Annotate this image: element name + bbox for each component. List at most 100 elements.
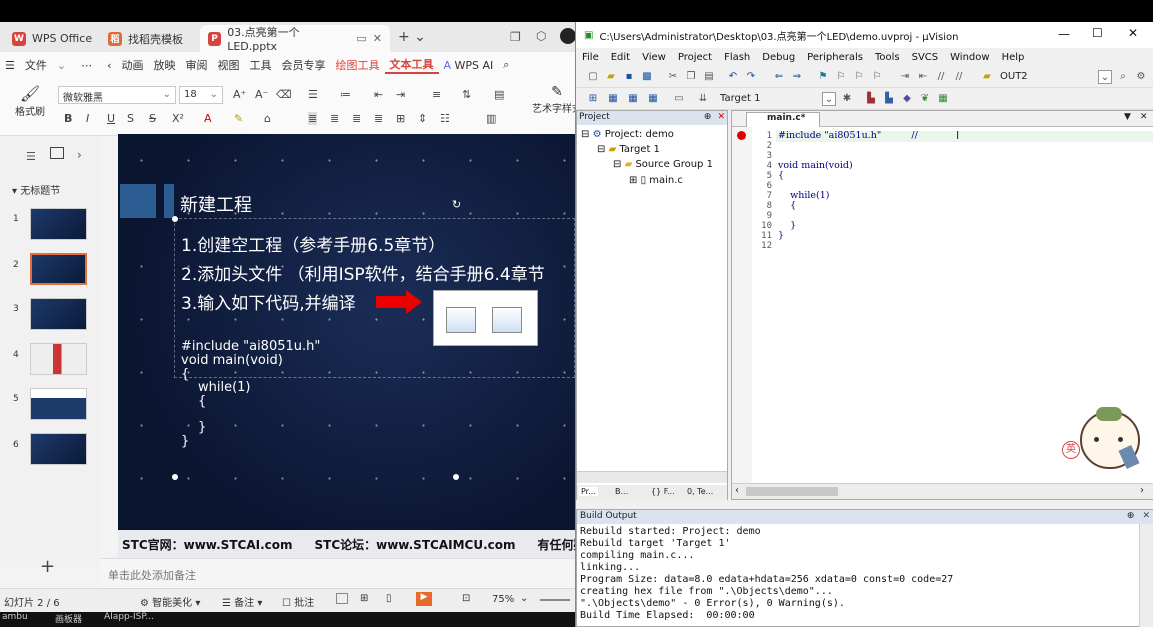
menu-window[interactable]: Window xyxy=(944,52,995,63)
resize-handle[interactable] xyxy=(172,216,178,222)
strike-icon[interactable]: S xyxy=(149,112,156,125)
reading-view-icon[interactable]: ▯ xyxy=(386,593,392,604)
slide-canvas[interactable]: 新建工程 1.创建空工程（参考手册6.5章节） 2.添加头文件 （利用ISP软件… xyxy=(118,134,575,558)
tab-templates[interactable]: 稻 找稻壳模板 xyxy=(100,25,191,52)
menu-wps-ai[interactable]: A WPS AI xyxy=(439,59,499,72)
dropdown-icon[interactable]: ⌄ xyxy=(1098,70,1112,84)
outline-icon[interactable]: ☰ xyxy=(26,150,36,163)
slide-code-line[interactable]: #include "ai8051u.h" xyxy=(181,339,320,354)
project-hscrollbar[interactable] xyxy=(577,471,727,483)
pin-icon[interactable]: ⊕ xyxy=(1127,511,1135,521)
taskbar-item[interactable]: ambu xyxy=(2,612,28,622)
line-spacing-icon[interactable]: ≡ xyxy=(432,88,441,101)
editor-hscrollbar[interactable]: ‹ › xyxy=(732,483,1153,499)
slides-view-icon[interactable] xyxy=(50,147,64,159)
grow-font-icon[interactable]: A⁺ xyxy=(233,88,246,101)
find-in-files-icon[interactable]: ▰ xyxy=(980,70,994,84)
shrink-font-icon[interactable]: A⁻ xyxy=(255,88,268,101)
play-icon[interactable]: ▶ xyxy=(416,592,432,606)
close-icon[interactable]: ✕ xyxy=(1128,26,1138,40)
slide-line-3[interactable]: 3.输入如下代码,并编译 xyxy=(181,289,356,314)
pack-installer-icon[interactable]: ◆ xyxy=(900,92,914,106)
copy-icon[interactable]: ❐ xyxy=(684,70,698,84)
rte-icon[interactable]: ❦ xyxy=(918,92,932,106)
clear-bookmarks-icon[interactable]: ⚐ xyxy=(870,70,884,84)
chevron-down-icon[interactable]: ⌄ xyxy=(52,59,71,72)
next-bookmark-icon[interactable]: ⚐ xyxy=(852,70,866,84)
save-icon[interactable]: ▪ xyxy=(622,70,636,84)
bookmark-icon[interactable]: ⚑ xyxy=(816,70,830,84)
maximize-icon[interactable]: ☐ xyxy=(1092,26,1103,40)
stop-build-icon[interactable]: ▭ xyxy=(672,92,686,106)
menu-tools[interactable]: Tools xyxy=(869,52,906,63)
config-icon[interactable]: ⚙ xyxy=(1134,70,1148,84)
zoom-out-icon[interactable]: ⌄ xyxy=(520,593,528,604)
menu-debug[interactable]: Debug xyxy=(756,52,801,63)
taskbar-item[interactable]: AIapp-ISP... xyxy=(104,612,154,622)
add-slide-icon[interactable]: + xyxy=(40,556,55,577)
indent-icon[interactable]: ⇥ xyxy=(898,70,912,84)
menu-text-tools[interactable]: 文本工具 xyxy=(384,56,439,74)
scroll-left-icon[interactable]: ‹ xyxy=(735,485,739,496)
chevron-right-icon[interactable]: › xyxy=(77,148,82,162)
editor-gutter[interactable] xyxy=(732,127,752,483)
slide-line-2[interactable]: 2.添加头文件 （利用ISP软件，结合手册6.4章节 xyxy=(181,260,545,285)
slide-thumbnail-3[interactable] xyxy=(30,298,87,330)
menu-project[interactable]: Project xyxy=(672,52,718,63)
pin-icon[interactable]: ⊕ xyxy=(704,112,712,122)
code-line[interactable]: } xyxy=(778,230,784,241)
more-icon[interactable]: ⋯ xyxy=(71,59,102,72)
slide-line-1[interactable]: 1.创建空工程（参考手册6.5章节） xyxy=(181,231,445,256)
tree-source-group[interactable]: ⊟ ▰ Source Group 1 xyxy=(613,159,713,170)
bold-icon[interactable]: B xyxy=(64,112,72,125)
dropdown-icon[interactable]: ⌄ xyxy=(822,92,836,106)
new-file-icon[interactable]: ▢ xyxy=(586,70,600,84)
tab-main-c[interactable]: main.c* xyxy=(746,112,821,127)
normal-view-icon[interactable] xyxy=(336,593,348,604)
search-icon[interactable]: ⌕ xyxy=(498,58,514,72)
slide-thumbnail-4[interactable] xyxy=(30,343,87,375)
tree-target[interactable]: ⊟ ▰ Target 1 xyxy=(597,144,660,155)
download-icon[interactable]: ⇊ xyxy=(696,92,710,106)
code-line[interactable]: { xyxy=(778,200,796,211)
menu-view[interactable]: 视图 xyxy=(213,57,245,73)
slide-title[interactable]: 新建工程 xyxy=(180,191,252,217)
section-title[interactable]: ▾ 无标题节 xyxy=(12,182,60,197)
slide-code-line[interactable]: { xyxy=(198,394,206,409)
menu-tools[interactable]: 工具 xyxy=(245,57,277,73)
menu-edit[interactable]: Edit xyxy=(605,52,636,63)
slide-code-line[interactable]: void main(void) xyxy=(181,353,283,368)
beautify-button[interactable]: ⚙ 智能美化 ▾ xyxy=(140,594,200,609)
outdent-icon[interactable]: ⇤ xyxy=(374,88,383,101)
tab-templates[interactable]: 0, Te... xyxy=(687,487,713,496)
hamburger-icon[interactable]: ☰ xyxy=(0,59,20,72)
bullet-list-icon[interactable]: ☰ xyxy=(308,88,318,101)
fit-icon[interactable]: ⊡ xyxy=(462,593,470,604)
slide-code-line[interactable]: while(1) xyxy=(198,380,251,395)
cut-icon[interactable]: ✂ xyxy=(666,70,680,84)
justify-icon[interactable]: ≣ xyxy=(374,112,383,125)
distribute-icon[interactable]: ⊞ xyxy=(396,112,405,125)
tab-books[interactable]: B... xyxy=(615,487,628,496)
close-icon[interactable]: ✕ xyxy=(373,32,382,45)
comment-icon[interactable]: // xyxy=(934,70,948,84)
unindent-icon[interactable]: ⇤ xyxy=(916,70,930,84)
zoom-level[interactable]: 75% xyxy=(492,594,514,605)
uncomment-icon[interactable]: // xyxy=(952,70,966,84)
slide-thumbnail-5[interactable] xyxy=(30,388,87,420)
vertical-align-icon[interactable]: ⇕ xyxy=(418,112,427,125)
batch-build-icon[interactable]: ▦ xyxy=(646,92,660,106)
grid-view-icon[interactable]: ⊞ xyxy=(360,593,368,604)
new-tab-icon[interactable]: + ⌄ xyxy=(398,29,426,45)
rotate-handle-icon[interactable]: ↻ xyxy=(452,198,461,211)
box-icon[interactable]: ⬡ xyxy=(536,29,546,43)
manage-components-icon[interactable]: ▙ xyxy=(864,92,878,106)
menu-flash[interactable]: Flash xyxy=(718,52,756,63)
paragraph-icon[interactable]: ▥ xyxy=(486,112,496,125)
columns-icon[interactable]: ☷ xyxy=(440,112,450,125)
menu-file[interactable]: 文件 xyxy=(20,57,52,73)
tab-project[interactable]: Pr... xyxy=(579,487,598,496)
code-line[interactable]: { xyxy=(778,170,784,181)
open-icon[interactable]: ▰ xyxy=(604,70,618,84)
menu-animation[interactable]: 动画 xyxy=(117,57,149,73)
